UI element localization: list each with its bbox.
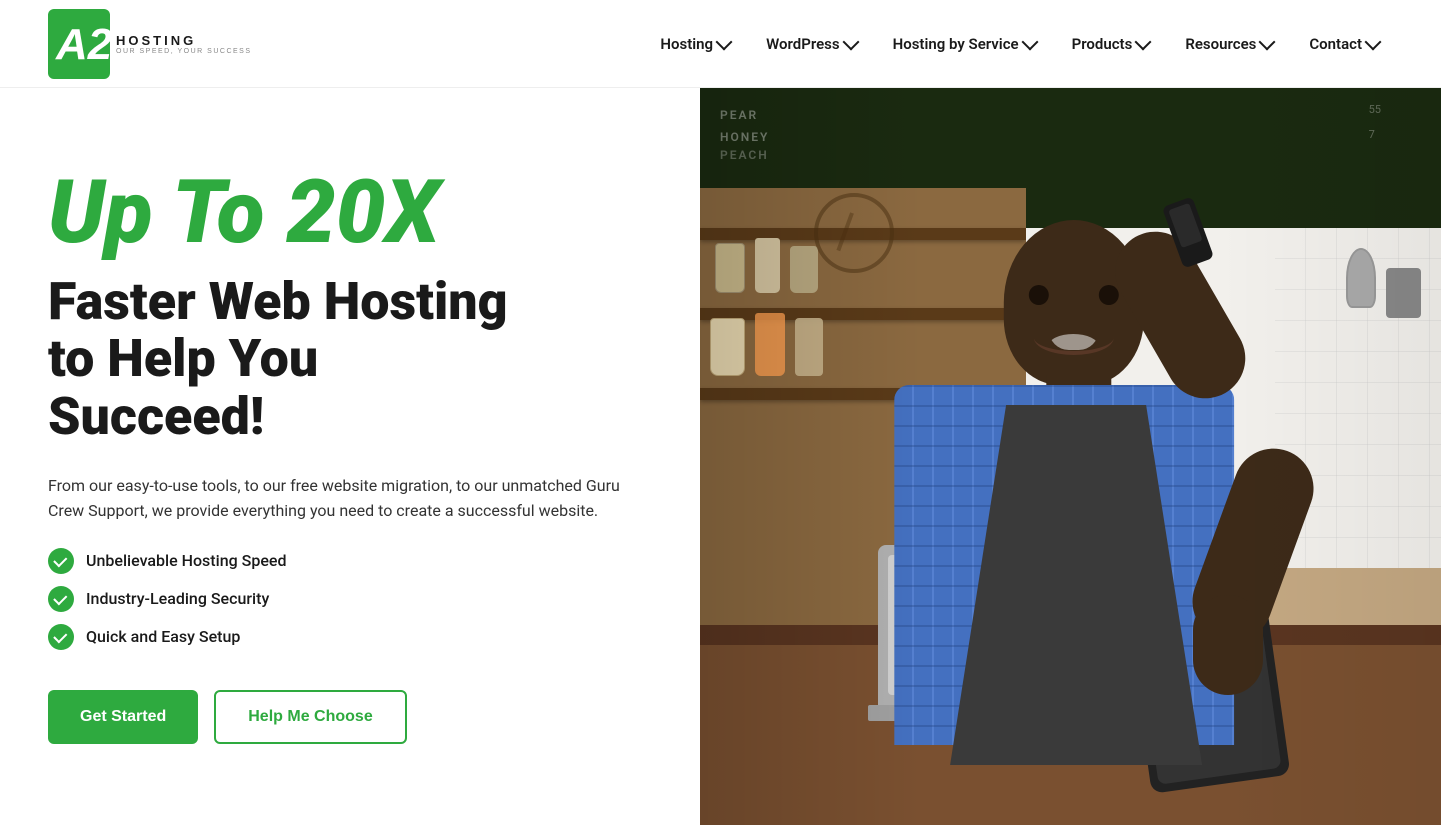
feature-item-setup: Quick and Easy Setup [48, 624, 652, 650]
nav-item-hosting-by-service[interactable]: Hosting by Service [879, 27, 1050, 61]
cta-buttons: Get Started Help Me Choose [48, 690, 652, 744]
nav-menu: Hosting WordPress Hosting by Service Pro… [646, 27, 1393, 61]
feature-label-setup: Quick and Easy Setup [86, 627, 240, 646]
nav-item-contact[interactable]: Contact [1295, 27, 1393, 61]
nav-label-hosting-by-service: Hosting by Service [893, 35, 1019, 53]
headline-line3: Succeed! [48, 386, 264, 447]
chevron-down-icon [716, 34, 733, 51]
chevron-down-icon [1259, 34, 1276, 51]
feature-label-security: Industry-Leading Security [86, 589, 269, 608]
hero-headline: Faster Web Hosting to Help You Succeed! [48, 273, 652, 445]
feature-item-security: Industry-Leading Security [48, 586, 652, 612]
nav-item-products[interactable]: Products [1058, 27, 1164, 61]
person-hand [1193, 595, 1263, 695]
feature-label-speed: Unbelievable Hosting Speed [86, 551, 286, 570]
svg-text:A2: A2 [55, 20, 110, 69]
get-started-button[interactable]: Get Started [48, 690, 198, 744]
nav-label-contact: Contact [1309, 35, 1362, 53]
hero-photo: PEAR HONEY PEACH 55 7 [700, 88, 1441, 825]
logo-text: HOSTING OUR SPEED, YOUR SUCCESS [116, 33, 252, 55]
nav-label-hosting: Hosting [660, 35, 713, 53]
navbar: A2 HOSTING OUR SPEED, YOUR SUCCESS Hosti… [0, 0, 1441, 88]
nav-item-resources[interactable]: Resources [1171, 27, 1287, 61]
nav-label-wordpress: WordPress [766, 35, 840, 53]
help-me-choose-button[interactable]: Help Me Choose [214, 690, 406, 744]
chevron-down-icon [842, 34, 859, 51]
nav-item-wordpress[interactable]: WordPress [752, 27, 871, 61]
chevron-down-icon [1135, 34, 1152, 51]
features-list: Unbelievable Hosting Speed Industry-Lead… [48, 548, 652, 650]
chevron-down-icon [1021, 34, 1038, 51]
hero-content: Up To 20X Faster Web Hosting to Help You… [0, 88, 700, 825]
person-head [1003, 220, 1143, 385]
hero-section: Up To 20X Faster Web Hosting to Help You… [0, 88, 1441, 825]
hero-description: From our easy-to-use tools, to our free … [48, 473, 652, 524]
hero-speed-text: Up To 20X [48, 169, 652, 257]
logo-icon: A2 [48, 9, 110, 79]
nav-label-products: Products [1072, 35, 1133, 53]
logo-tagline: OUR SPEED, YOUR SUCCESS [116, 48, 252, 55]
check-icon-speed [48, 548, 74, 574]
check-icon-setup [48, 624, 74, 650]
nav-label-resources: Resources [1185, 35, 1256, 53]
logo[interactable]: A2 HOSTING OUR SPEED, YOUR SUCCESS [48, 9, 252, 79]
check-icon-security [48, 586, 74, 612]
hero-image: PEAR HONEY PEACH 55 7 [700, 88, 1441, 825]
chevron-down-icon [1365, 34, 1382, 51]
headline-line1: Faster Web Hosting [48, 271, 508, 332]
nav-item-hosting[interactable]: Hosting [646, 27, 744, 61]
feature-item-speed: Unbelievable Hosting Speed [48, 548, 652, 574]
headline-line2: to Help You [48, 328, 318, 389]
